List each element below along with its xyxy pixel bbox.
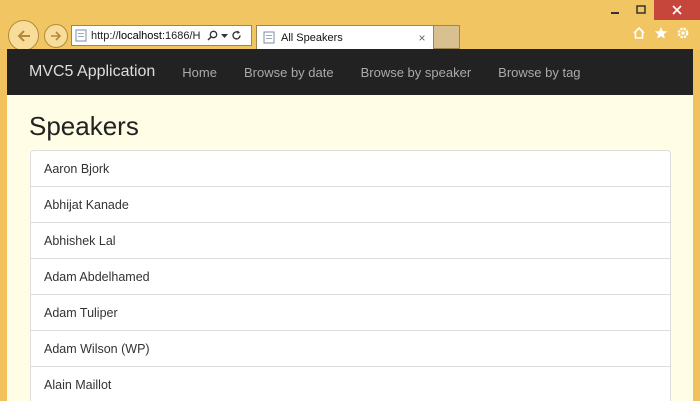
tab-all-speakers[interactable]: All Speakers × bbox=[256, 25, 434, 49]
nav-link-browse-by-tag[interactable]: Browse by tag bbox=[498, 65, 580, 80]
maximize-button[interactable] bbox=[628, 0, 654, 20]
home-icon[interactable] bbox=[632, 26, 646, 40]
tab-title: All Speakers bbox=[281, 31, 343, 44]
speaker-list: Aaron Bjork Abhijat Kanade Abhishek Lal … bbox=[30, 150, 671, 401]
arrow-left-icon bbox=[17, 29, 30, 42]
list-item[interactable]: Abhijat Kanade bbox=[30, 186, 671, 223]
page-title: Speakers bbox=[29, 111, 139, 141]
refresh-icon[interactable] bbox=[231, 30, 242, 41]
page-icon bbox=[75, 29, 87, 42]
list-item[interactable]: Aaron Bjork bbox=[30, 150, 671, 187]
chevron-down-icon[interactable] bbox=[221, 33, 228, 39]
list-item[interactable]: Adam Wilson (WP) bbox=[30, 330, 671, 367]
window-controls bbox=[602, 0, 700, 20]
address-url: http://localhost:1686/H bbox=[91, 29, 201, 42]
minimize-button[interactable] bbox=[602, 0, 628, 20]
maximize-icon bbox=[636, 5, 646, 14]
close-icon bbox=[672, 5, 682, 15]
gear-icon[interactable] bbox=[676, 26, 690, 40]
address-bar[interactable]: http://localhost:1686/H bbox=[71, 25, 252, 46]
list-item[interactable]: Adam Tuliper bbox=[30, 294, 671, 331]
site-navbar: MVC5 Application Home Browse by date Bro… bbox=[7, 49, 693, 95]
new-tab-button[interactable] bbox=[434, 25, 460, 49]
brand-link[interactable]: MVC5 Application bbox=[29, 63, 155, 81]
page-icon bbox=[263, 31, 275, 44]
close-window-button[interactable] bbox=[654, 0, 700, 20]
search-icon[interactable] bbox=[207, 30, 218, 41]
forward-button[interactable] bbox=[44, 24, 68, 48]
arrow-right-icon bbox=[51, 31, 62, 41]
tab-close-button[interactable]: × bbox=[415, 31, 429, 45]
nav-link-home[interactable]: Home bbox=[182, 65, 217, 80]
browser-chrome: http://localhost:1686/H All Speakers × bbox=[0, 0, 700, 51]
list-item[interactable]: Abhishek Lal bbox=[30, 222, 671, 259]
list-item[interactable]: Adam Abdelhamed bbox=[30, 258, 671, 295]
page-viewport: MVC5 Application Home Browse by date Bro… bbox=[7, 49, 693, 401]
star-icon[interactable] bbox=[654, 26, 668, 40]
back-button[interactable] bbox=[8, 20, 39, 51]
list-item[interactable]: Alain Maillot bbox=[30, 366, 671, 401]
browser-tools bbox=[632, 26, 690, 40]
nav-link-browse-by-date[interactable]: Browse by date bbox=[244, 65, 334, 80]
minimize-icon bbox=[611, 12, 619, 14]
nav-link-browse-by-speaker[interactable]: Browse by speaker bbox=[361, 65, 472, 80]
